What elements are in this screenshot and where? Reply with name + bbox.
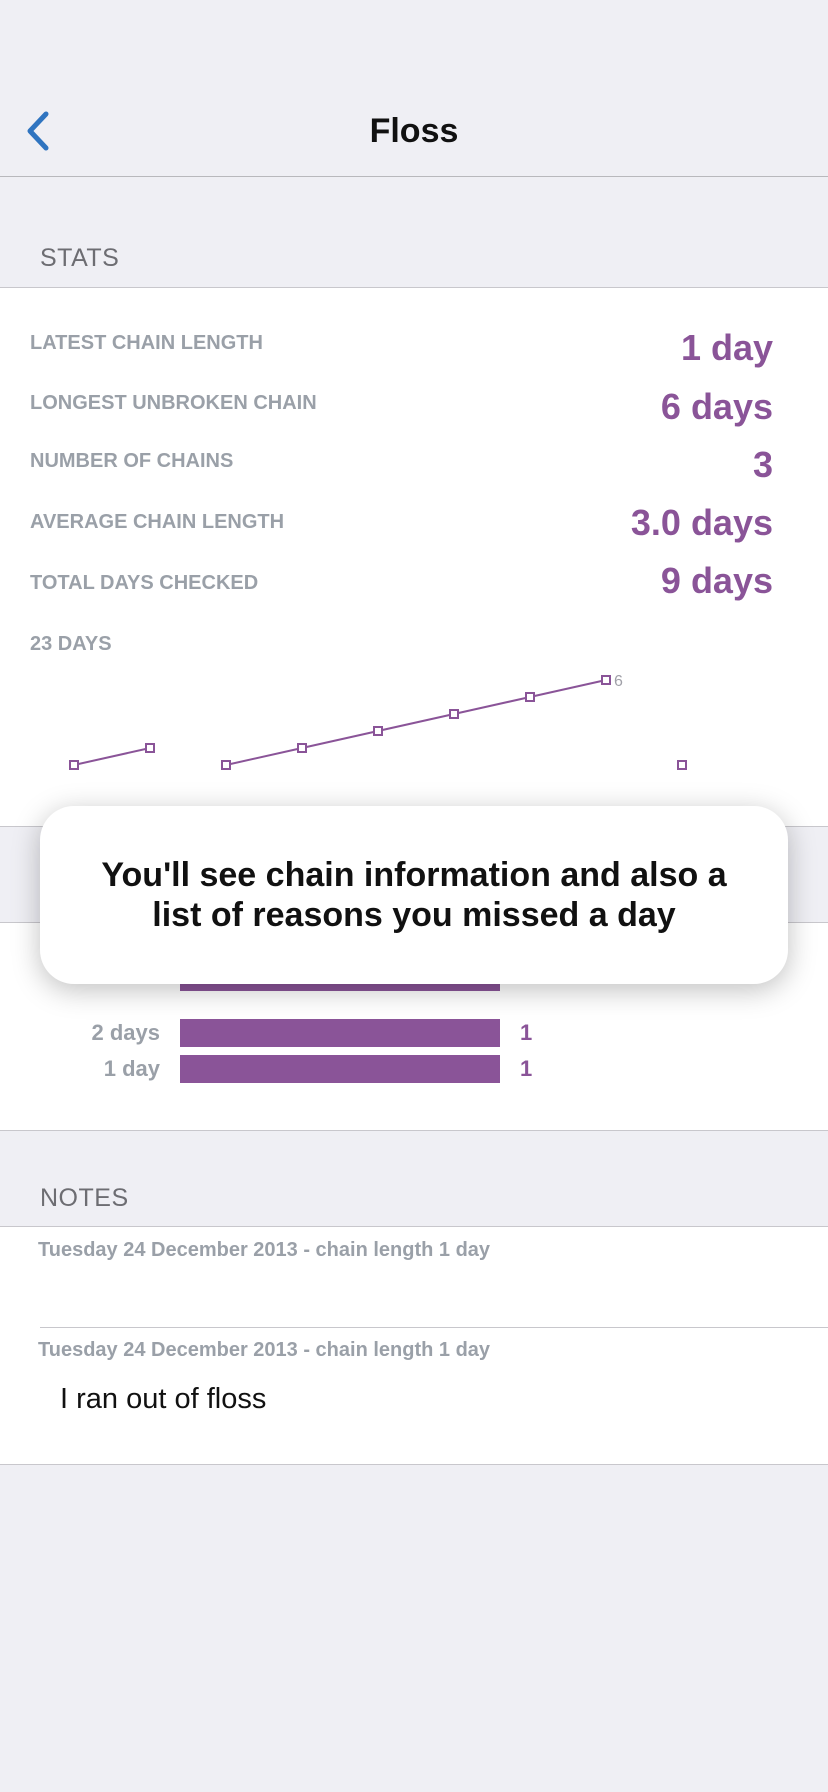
note-text: I ran out of floss xyxy=(60,1383,267,1415)
stat-label-average-chain: AVERAGE CHAIN LENGTH xyxy=(30,511,285,533)
note-heading: Tuesday 24 December 2013 - chain length … xyxy=(38,1239,491,1261)
chain-point xyxy=(69,760,79,770)
stat-value-longest-chain: 6 days xyxy=(660,386,773,427)
distribution-count: 1 xyxy=(520,1020,533,1045)
stat-label-longest-chain: LONGEST UNBROKEN CHAIN xyxy=(30,392,317,414)
stat-value-latest-chain: 1 day xyxy=(680,327,773,368)
chain-point xyxy=(297,743,307,753)
stat-label-number-of-chains: NUMBER OF CHAINS xyxy=(30,450,234,472)
chain-point xyxy=(449,709,459,719)
distribution-label: 2 days xyxy=(91,1020,161,1045)
stat-label-latest-chain: LATEST CHAIN LENGTH xyxy=(30,332,263,354)
tooltip-text: You'll see chain information and also a … xyxy=(101,856,727,934)
chart-max-label: 6 xyxy=(614,673,623,690)
chain-point xyxy=(601,675,611,685)
page-title: Floss xyxy=(369,112,459,150)
note-heading: Tuesday 24 December 2013 - chain length … xyxy=(38,1339,491,1361)
chain-chart: 6 xyxy=(69,673,687,770)
notes-section-header: NOTES xyxy=(40,1184,129,1212)
notes-panel: Tuesday 24 December 2013 - chain length … xyxy=(0,1226,828,1465)
chain-point xyxy=(373,726,383,736)
stat-value-number-of-chains: 3 xyxy=(752,444,773,485)
distribution-bar xyxy=(180,1019,500,1047)
distribution-bar xyxy=(180,1055,500,1083)
chain-point xyxy=(145,743,155,753)
note-item[interactable]: Tuesday 24 December 2013 - chain length … xyxy=(0,1227,828,1327)
distribution-label: 1 day xyxy=(103,1056,160,1081)
chain-point xyxy=(677,760,687,770)
note-item[interactable]: Tuesday 24 December 2013 - chain length … xyxy=(0,1328,828,1464)
distribution-count: 1 xyxy=(520,1056,533,1081)
chain-line xyxy=(73,747,151,766)
chain-point xyxy=(525,692,535,702)
stat-value-total-days: 9 days xyxy=(660,560,773,601)
stat-label-total-days: TOTAL DAYS CHECKED xyxy=(30,572,259,594)
chain-point xyxy=(221,760,231,770)
stat-value-average-chain: 3.0 days xyxy=(630,502,773,543)
chain-line xyxy=(225,679,607,766)
nav-bar: Floss xyxy=(0,0,828,177)
stats-section-header: STATS xyxy=(40,244,120,272)
tutorial-tooltip[interactable]: You'll see chain information and also a … xyxy=(40,806,788,984)
